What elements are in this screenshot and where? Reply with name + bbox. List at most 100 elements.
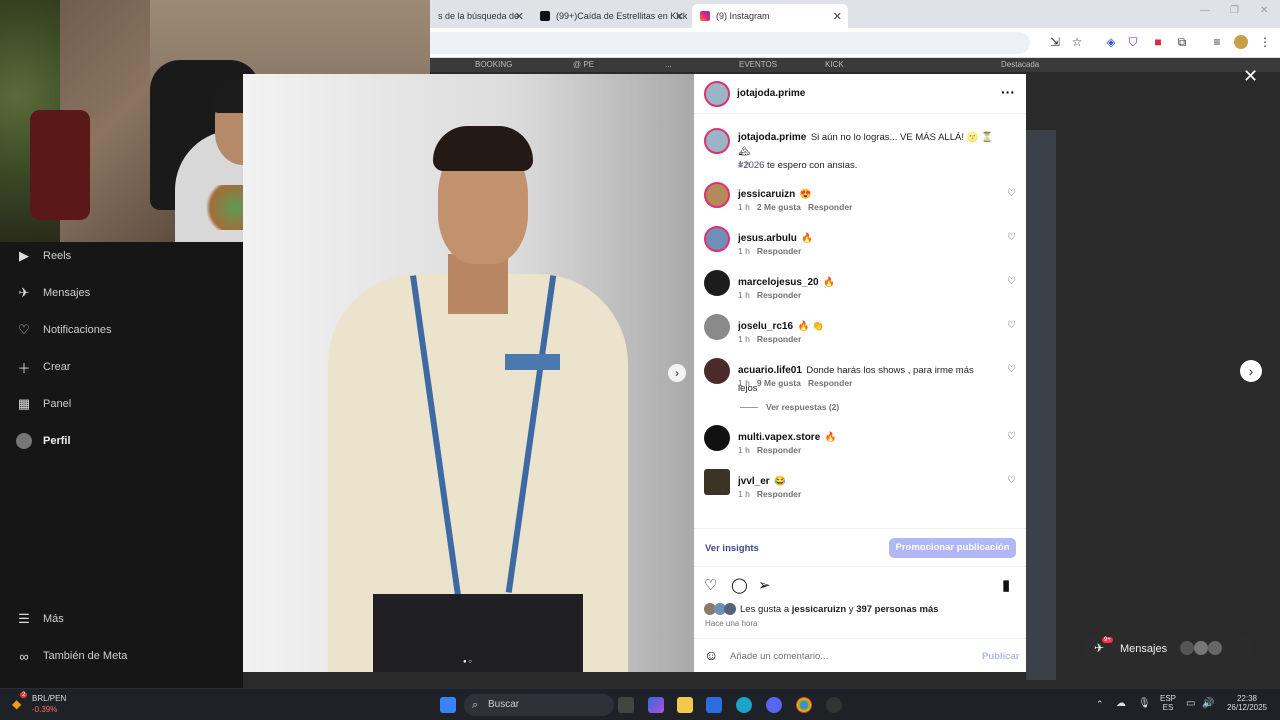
messages-pill[interactable]: ✈ 9+ Mensajes [1082,633,1252,665]
like-comment-icon[interactable]: ♡ [1007,276,1016,287]
shield-extension-icon[interactable]: ⛉ [1126,35,1140,49]
install-app-icon[interactable]: ⇲ [1048,35,1062,49]
profile-avatar-icon[interactable] [1234,35,1248,49]
close-modal-icon[interactable]: ✕ [1243,66,1258,87]
author-username[interactable]: jotajoda.prime [737,88,805,99]
obs-icon[interactable] [826,697,842,713]
sidebar-item-more[interactable]: ☰ Más [16,611,64,627]
likes-count[interactable]: 397 personas más [856,604,938,615]
media-control-icon[interactable]: ≡ [1210,35,1224,49]
promote-post-button[interactable]: Promocionar publicación [889,538,1016,558]
emoji-icon[interactable]: ☺ [704,647,718,663]
comment-username[interactable]: marcelojesus_20 [738,277,819,288]
likes-user[interactable]: jessicaruizn [792,604,846,615]
comment-likes[interactable]: 2 Me gusta [757,202,801,212]
nav-pe[interactable]: @ PE [573,60,594,69]
comment-avatar[interactable] [704,226,730,252]
nav-eventos[interactable]: EVENTOS [739,60,777,69]
comment-avatar[interactable] [704,314,730,340]
comment-username[interactable]: jvvl_er [738,476,770,487]
discord-icon[interactable] [766,697,782,713]
store-icon[interactable] [706,697,722,713]
share-icon[interactable]: ➢ [758,576,771,594]
reply-button[interactable]: Responder [757,246,801,256]
tray-overflow-icon[interactable]: ⌃ [1096,699,1104,710]
sidebar-item-profile[interactable]: Perfil [16,433,71,449]
browser-tab-instagram[interactable]: (9) Instagram ✕ [692,4,848,28]
language-indicator[interactable]: ESP ES [1158,694,1178,712]
like-post-icon[interactable]: ♡ [704,576,717,594]
address-bar[interactable] [430,32,1030,54]
like-comment-icon[interactable]: ♡ [1007,431,1016,442]
comment-avatar[interactable] [704,358,730,384]
next-post-arrow-icon[interactable]: › [1240,360,1262,382]
comment-username[interactable]: multi.vapex.store [738,432,820,443]
comment-username[interactable]: jesus.arbulu [738,233,797,244]
nav-booking[interactable]: BOOKING [475,60,512,69]
minimize-icon[interactable]: — [1200,5,1210,16]
sidebar-item-panel[interactable]: ▦ Panel [16,396,71,412]
like-comment-icon[interactable]: ♡ [1007,232,1016,243]
nav-kick[interactable]: KICK [825,60,844,69]
comment-username[interactable]: jessicaruizn [738,189,795,200]
comment-username[interactable]: acuario.life01 [738,365,802,376]
extensions-puzzle-icon[interactable]: ⧉ [1175,35,1189,49]
volume-icon[interactable]: 🔊 [1202,698,1214,709]
close-tab-icon[interactable]: ✕ [833,10,842,23]
edge-icon[interactable] [736,697,752,713]
sidebar-item-notifications[interactable]: ♡ Notificaciones [16,322,111,338]
comment-icon[interactable]: ◯ [731,576,748,594]
caption-username[interactable]: jotajoda.prime [738,132,806,143]
comment-username[interactable]: joselu_rc16 [738,321,793,332]
window-close-icon[interactable]: ✕ [1260,5,1268,16]
copilot-icon[interactable] [648,697,664,713]
caption-avatar[interactable] [704,128,730,154]
mic-icon[interactable]: 🎙 [1138,698,1151,709]
photo-next-arrow-icon[interactable]: › [668,364,686,382]
windows-start-icon[interactable] [440,697,456,713]
comment-avatar[interactable] [704,270,730,296]
like-comment-icon[interactable]: ♡ [1007,364,1016,375]
cloud-icon[interactable]: ☁ [1116,698,1126,709]
comment-avatar[interactable] [704,182,730,208]
save-bookmark-icon[interactable]: ▮ [1002,576,1010,594]
sidebar-item-reels[interactable]: ▶ Reels [16,248,71,264]
sidebar-item-meta[interactable]: ∞ También de Meta [16,648,127,664]
close-tab-icon[interactable]: ✕ [675,10,684,23]
browser-tab-kick[interactable]: (99+)Caída de Estrellitas en Kick ✕ [532,4,690,28]
file-explorer-icon[interactable] [677,697,693,713]
reply-button[interactable]: Responder [757,445,801,455]
sidebar-item-messages[interactable]: ✈ Mensajes [16,285,91,301]
reply-button[interactable]: Responder [757,290,801,300]
nav-destacada[interactable]: Destacada [1001,60,1039,69]
comment-avatar[interactable] [704,425,730,451]
bookmark-star-icon[interactable]: ☆ [1070,35,1084,49]
more-options-icon[interactable]: ··· [1001,84,1015,100]
view-insights-button[interactable]: Ver insights [705,543,759,554]
clock[interactable]: 22:38 26/12/2025 [1222,694,1272,712]
task-view-icon[interactable] [618,697,634,713]
taskbar-search[interactable]: ⌕ Buscar [464,694,614,716]
author-avatar[interactable] [704,81,730,107]
comment-likes[interactable]: 9 Me gusta [757,378,801,388]
browser-menu-icon[interactable]: ⋮ [1258,35,1272,49]
comment-avatar[interactable] [704,469,730,495]
nav-dots[interactable]: ... [665,60,672,69]
like-comment-icon[interactable]: ♡ [1007,475,1016,486]
reply-button[interactable]: Responder [757,334,801,344]
reply-button[interactable]: Responder [808,202,852,212]
browser-tab-search[interactable]: s de la búsqueda de ✕ [430,4,530,28]
like-comment-icon[interactable]: ♡ [1007,320,1016,331]
chrome-icon[interactable] [796,697,812,713]
like-comment-icon[interactable]: ♡ [1007,188,1016,199]
publish-button[interactable]: Publicar [982,651,1020,662]
reply-button[interactable]: Responder [757,489,801,499]
network-icon[interactable]: ▭ [1186,698,1195,709]
stock-widget[interactable]: ◆ 2 BRL/PEN -0.39% [12,692,102,716]
comment-input[interactable] [730,647,950,665]
reply-button[interactable]: Responder [808,378,852,388]
extension-icon[interactable]: ◈ [1104,35,1118,49]
view-replies-button[interactable]: Ver respuestas (2) [740,402,839,412]
extension-red-icon[interactable]: ■ [1151,35,1165,49]
maximize-icon[interactable]: ❐ [1230,5,1239,16]
